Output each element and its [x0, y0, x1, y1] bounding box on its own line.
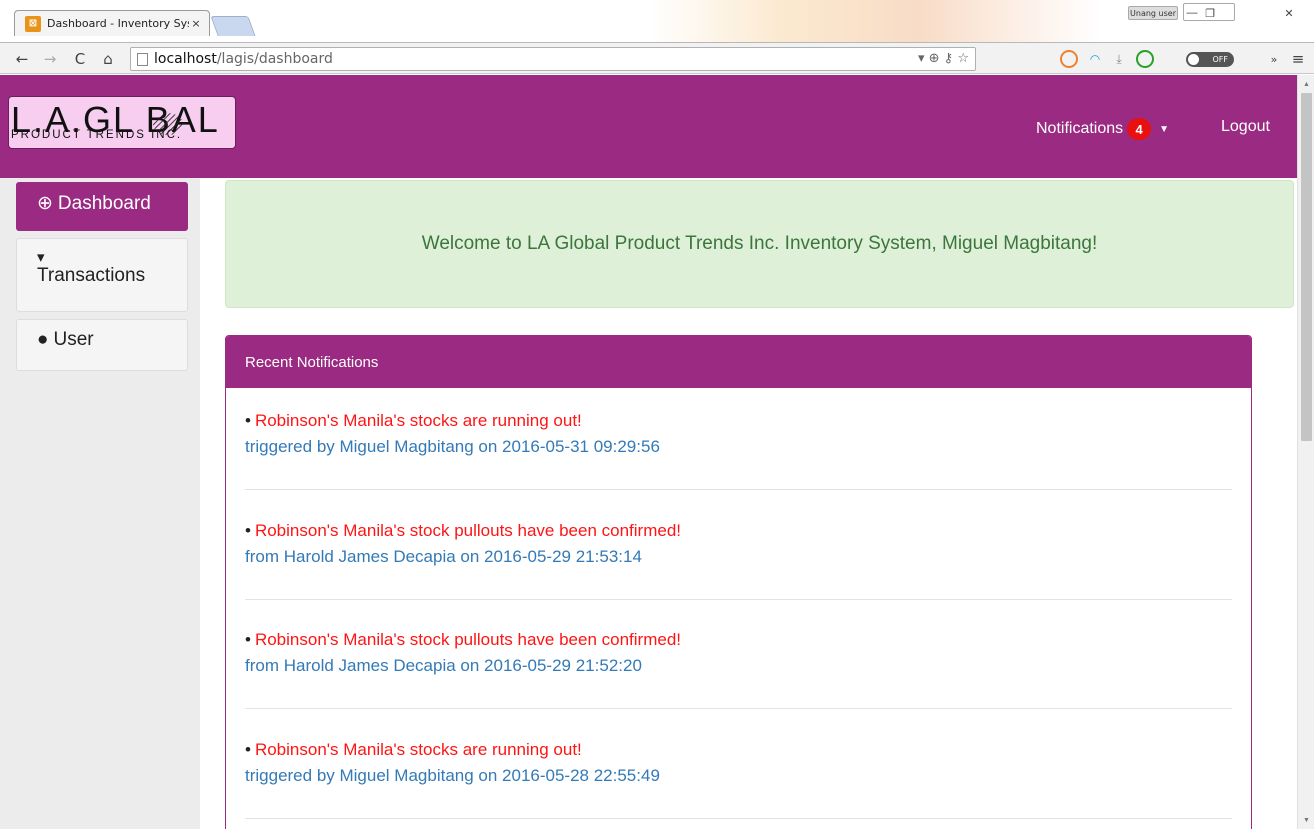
browser-tab[interactable]: ⊠ Dashboard - Inventory Sys ×	[14, 10, 210, 36]
maximize-icon[interactable]: ❐	[1202, 4, 1218, 22]
divider	[245, 489, 1232, 490]
download-icon[interactable]: ⤓	[1110, 50, 1128, 68]
sidebar-item-dashboard[interactable]: ⊕ Dashboard	[16, 182, 188, 231]
reload-icon[interactable]: C	[70, 49, 90, 69]
notification-item[interactable]: • Robinson's Manila's stock pullouts have…	[245, 627, 1232, 679]
bullet: •	[245, 411, 251, 430]
url-path: /lagis/dashboard	[216, 51, 333, 67]
menu-icon[interactable]: ≡	[1288, 49, 1308, 69]
more-extensions-icon[interactable]: »	[1264, 49, 1284, 69]
scroll-up-icon[interactable]: ▲	[1298, 77, 1314, 91]
address-bar[interactable]: localhost/lagis/dashboard ▾ ⊕ ⚷ ☆	[130, 47, 976, 71]
notification-message: Robinson's Manila's stocks are running o…	[254, 740, 582, 759]
url-host: localhost	[154, 51, 217, 67]
tab-close-icon[interactable]: ×	[189, 17, 203, 30]
logo-subtext: PRODUCT TRENDS INC.	[11, 129, 183, 141]
sidebar-item-label: Dashboard	[57, 193, 151, 214]
zoom-icon[interactable]: ⊕	[929, 51, 940, 66]
toggle-off-switch[interactable]: OFF	[1186, 52, 1234, 67]
notification-meta: triggered by Miguel Magbitang on 2016-05…	[245, 437, 660, 456]
power-icon[interactable]	[1136, 50, 1154, 68]
notifications-count-badge: 4	[1127, 118, 1152, 140]
notification-message: Robinson's Manila's stock pullouts have …	[254, 521, 682, 540]
notifications-label: Notifications	[1036, 120, 1124, 137]
back-icon[interactable]: ←	[12, 49, 32, 69]
recent-notifications-panel: Recent Notifications • Robinson's Manila'…	[225, 335, 1252, 829]
dropdown-icon[interactable]: ▾	[918, 51, 925, 66]
brand-logo[interactable]: L.A.GL BAL PRODUCT TRENDS INC.	[8, 96, 236, 149]
scroll-down-icon[interactable]: ▼	[1298, 813, 1314, 827]
headphones-icon[interactable]: ◠	[1086, 50, 1104, 68]
page-viewport: L.A.GL BAL PRODUCT TRENDS INC. Notificat…	[0, 75, 1297, 829]
home-icon[interactable]: ⌂	[98, 49, 118, 69]
cart-icon: ▾	[37, 249, 45, 266]
bullet: •	[245, 630, 251, 649]
divider	[245, 599, 1232, 600]
key-icon[interactable]: ⚷	[944, 51, 954, 66]
bullet: •	[245, 740, 251, 759]
sidebar-item-label: Transactions	[37, 265, 146, 286]
new-tab-button[interactable]	[210, 16, 256, 36]
favicon-icon: ⊠	[25, 15, 41, 32]
omnibox-actions: ▾ ⊕ ⚷ ☆	[918, 51, 969, 66]
notification-message: Robinson's Manila's stocks are running o…	[254, 411, 582, 430]
notifications-dropdown[interactable]: Notifications 4 ▼	[1036, 118, 1169, 140]
minimize-icon[interactable]: —	[1184, 4, 1200, 22]
notification-item[interactable]: • Robinson's Manila's stocks are running …	[245, 408, 1232, 460]
sidebar: ⊕ Dashboard ▾ Transactions ● User	[0, 178, 200, 829]
scrollbar-thumb[interactable]	[1301, 93, 1312, 441]
welcome-alert: Welcome to LA Global Product Trends Inc.…	[225, 180, 1294, 308]
profile-badge[interactable]: Unang user	[1128, 6, 1178, 20]
notification-meta: from Harold James Decapia on 2016-05-29 …	[245, 547, 642, 566]
caret-down-icon: ▼	[1159, 123, 1170, 135]
close-window-icon[interactable]: ✕	[1278, 4, 1300, 22]
notification-meta: triggered by Miguel Magbitang on 2016-05…	[245, 766, 660, 785]
bullet: •	[245, 521, 251, 540]
sidebar-item-transactions[interactable]: ▾ Transactions	[16, 238, 188, 312]
top-navbar: L.A.GL BAL PRODUCT TRENDS INC. Notificat…	[0, 75, 1297, 178]
dashboard-icon: ⊕	[37, 193, 53, 214]
notification-item[interactable]: • Robinson's Manila's stock pullouts have…	[245, 518, 1232, 570]
titlebar-decoration	[650, 0, 1100, 42]
notification-message: Robinson's Manila's stock pullouts have …	[254, 630, 682, 649]
sidebar-item-user[interactable]: ● User	[16, 319, 188, 371]
panel-title: Recent Notifications	[226, 336, 1251, 388]
notification-item[interactable]: • Robinson's Manila's stocks are running …	[245, 737, 1232, 789]
notification-meta: from Harold James Decapia on 2016-05-29 …	[245, 656, 642, 675]
page-scrollbar[interactable]: ▲ ▼	[1297, 75, 1314, 829]
browser-toolbar: ← → C ⌂ localhost/lagis/dashboard ▾ ⊕ ⚷ …	[0, 42, 1314, 74]
divider	[245, 708, 1232, 709]
sidebar-item-label: User	[53, 329, 94, 350]
extension-c-icon[interactable]	[1060, 50, 1078, 68]
tab-title: Dashboard - Inventory Sys	[47, 17, 189, 30]
divider	[245, 818, 1232, 819]
logout-link[interactable]: Logout	[1221, 118, 1270, 136]
forward-icon[interactable]: →	[40, 49, 60, 69]
browser-titlebar: ⊠ Dashboard - Inventory Sys × Unang user…	[0, 0, 1314, 42]
star-icon[interactable]: ☆	[957, 51, 969, 66]
page-icon	[137, 52, 148, 66]
user-icon: ●	[37, 329, 49, 350]
